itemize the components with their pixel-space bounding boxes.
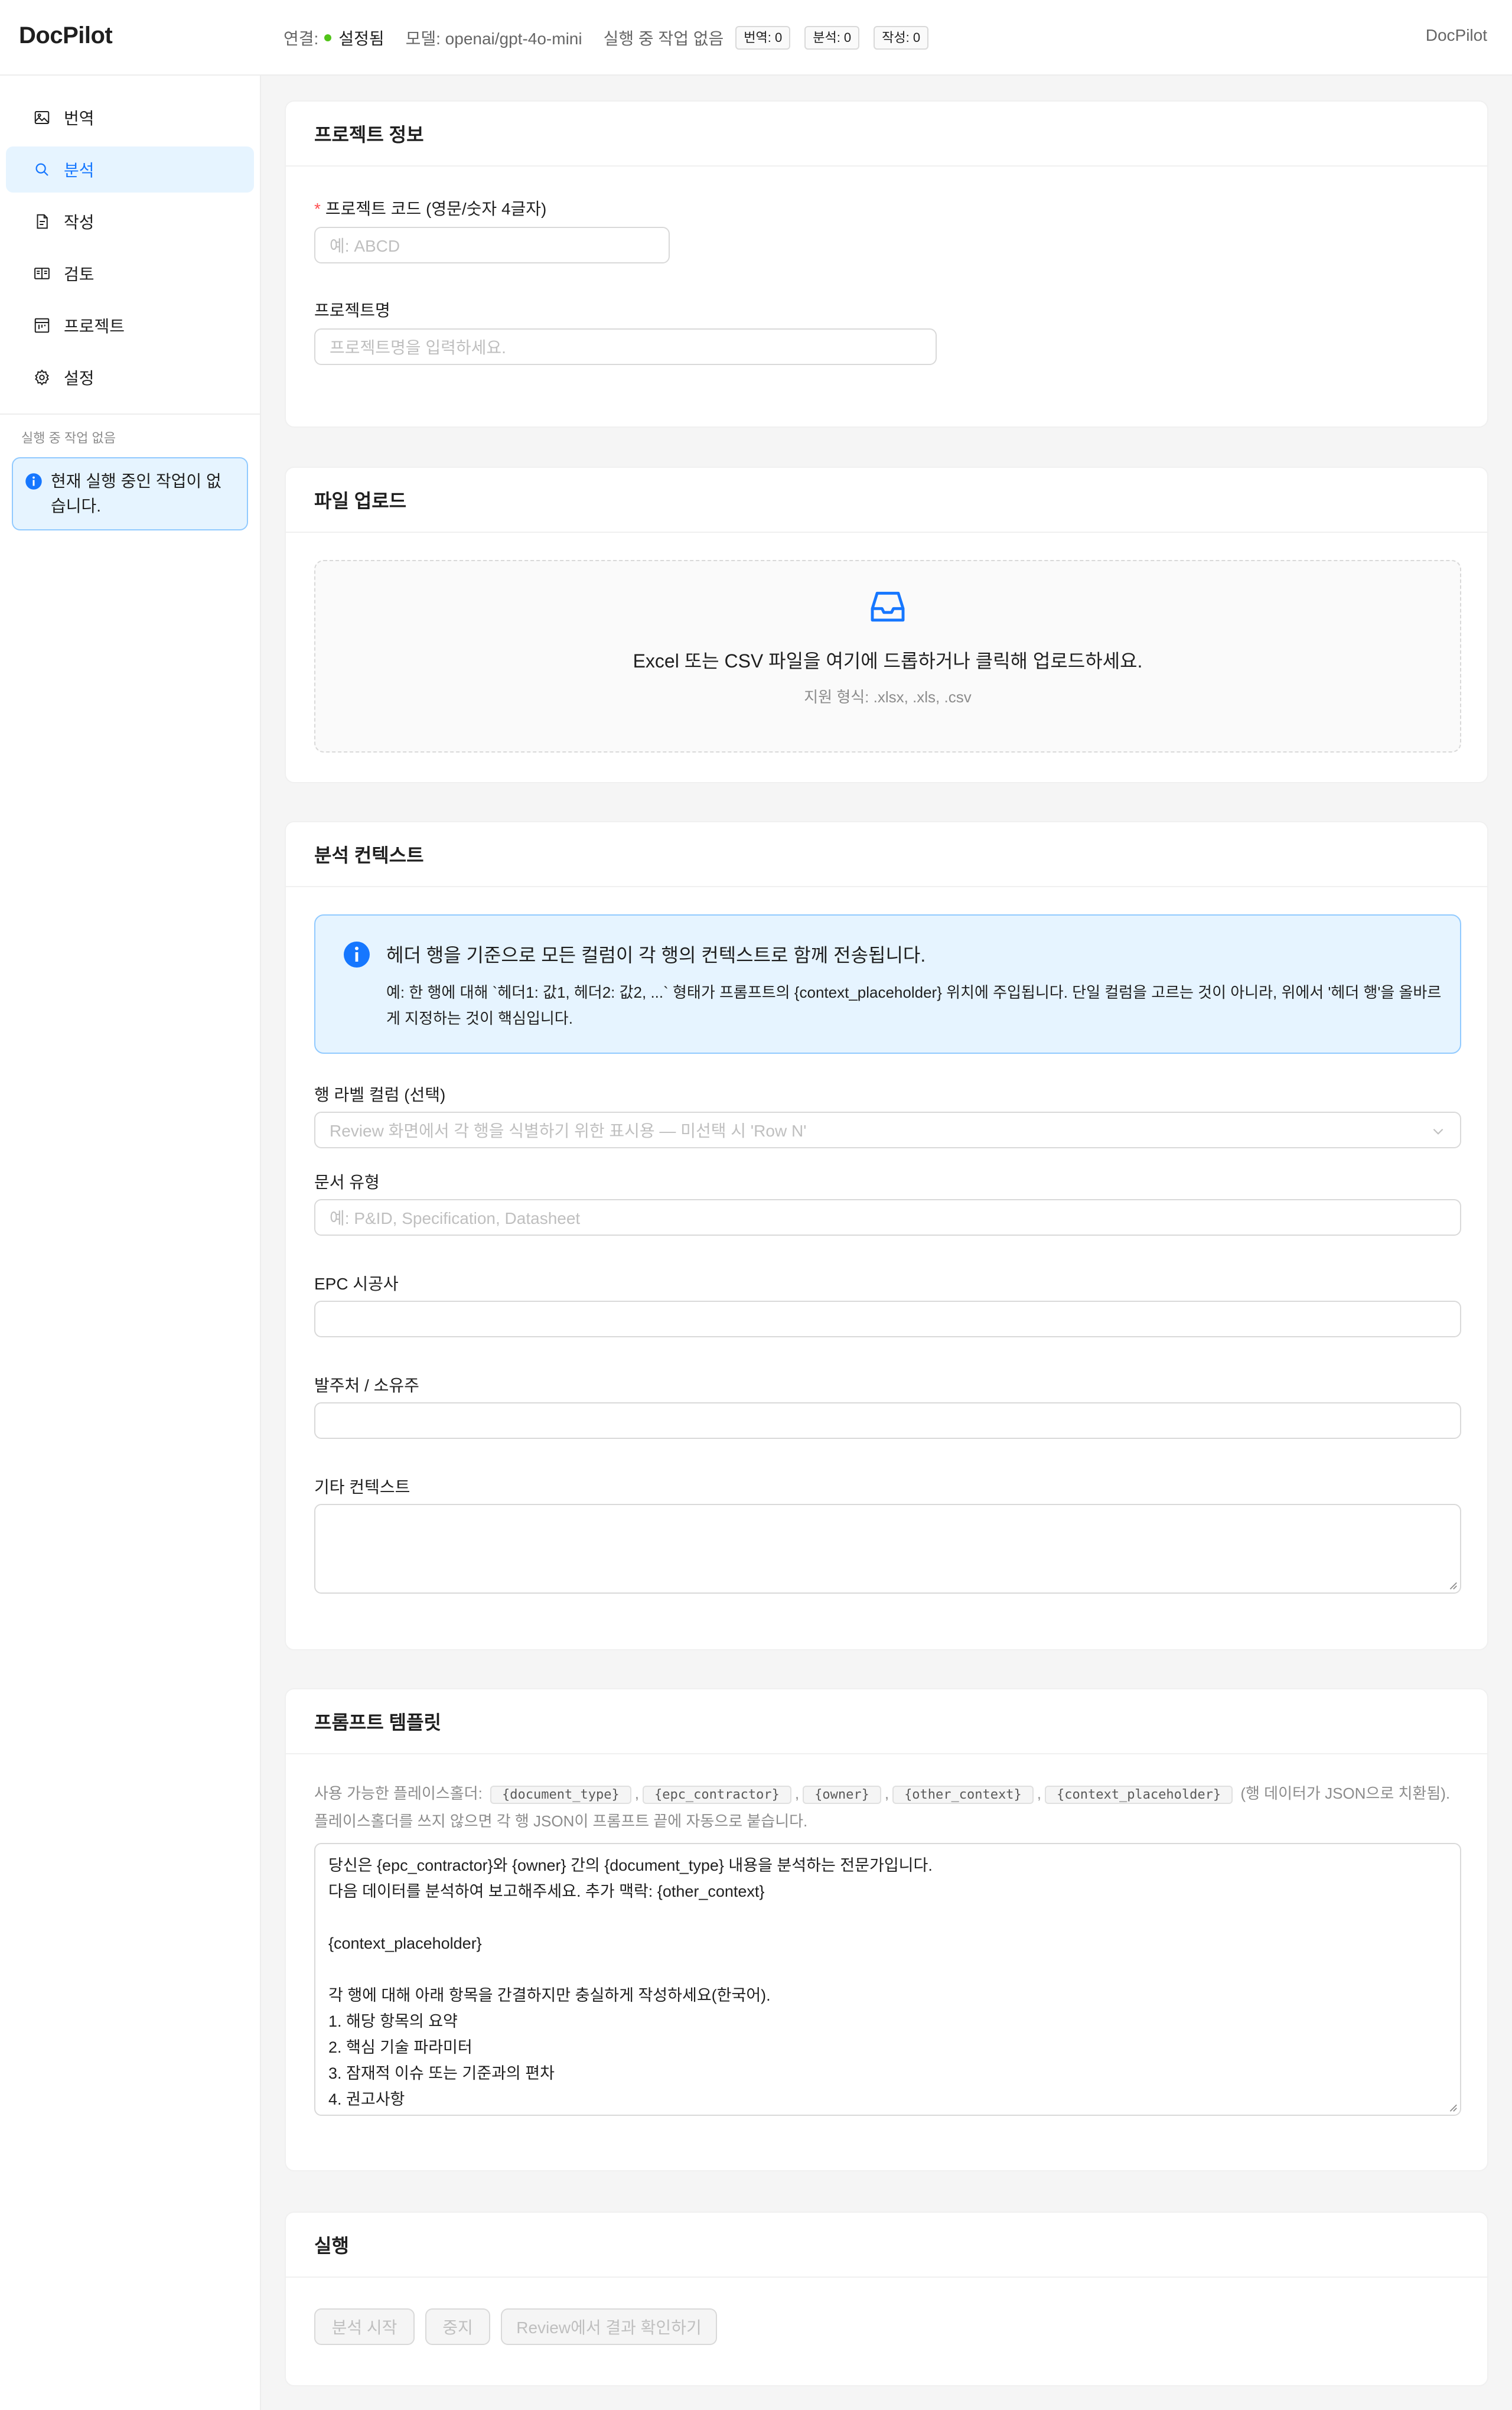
owner-label: 발주처 / 소유주 — [314, 1376, 419, 1395]
sidebar-job-caption: 실행 중 작업 없음 — [21, 431, 116, 445]
sidebar-item-label: 번역 — [64, 109, 94, 128]
connection-label: 연결: — [284, 30, 319, 48]
connection-value: 설정됨 — [338, 30, 384, 48]
placeholder-chip: {owner} — [803, 1786, 881, 1804]
document-type-input[interactable]: 예: P&ID, Specification, Datasheet — [314, 1199, 1461, 1236]
info-icon — [344, 942, 370, 968]
other-context-textarea[interactable] — [314, 1504, 1461, 1594]
project-info-card: 프로젝트 정보 * 프로젝트 코드 (영문/숫자 4글자) 예: ABCD 프로젝… — [285, 100, 1488, 428]
sidebar-item-label: 검토 — [64, 265, 94, 284]
context-info-title: 헤더 행을 기준으로 모든 컬럼이 각 행의 컨텍스트로 함께 전송됩니다. — [386, 945, 926, 966]
hint-suffix: (행 데이터가 JSON으로 치환됨). 플레이스홀더를 쓰지 않으면 각 행 … — [314, 1784, 1451, 1830]
search-icon — [35, 163, 48, 176]
resize-handle-icon[interactable] — [1447, 2102, 1458, 2112]
context-info-alert: 헤더 행을 기준으로 모든 컬럼이 각 행의 컨텍스트로 함께 전송됩니다. 예… — [314, 914, 1461, 1054]
header-right-title: DocPilot — [1425, 26, 1487, 44]
translate-counter-badge: 번역: 0 — [735, 26, 791, 50]
project-name-label: 프로젝트명 — [314, 301, 390, 320]
prompt-template-text: 당신은 {epc_contractor}와 {owner} 간의 {docume… — [328, 1857, 933, 2108]
view-in-review-button[interactable]: Review에서 결과 확인하기 — [501, 2308, 717, 2345]
sidebar-item-label: 분석 — [64, 161, 94, 180]
sidebar-menu: 번역 분석 작성 검토 프로젝트 설정 — [0, 76, 260, 400]
sidebar-item-label: 설정 — [64, 369, 94, 387]
book-open-icon — [34, 268, 50, 279]
project-icon — [34, 318, 50, 333]
owner-input[interactable] — [314, 1402, 1461, 1439]
sidebar-item-label: 프로젝트 — [64, 317, 125, 336]
info-icon — [25, 473, 42, 490]
no-job-alert-text: 현재 실행 중인 작업이 없습니다. — [51, 472, 221, 515]
row-label-select-placeholder: Review 화면에서 각 행을 식별하기 위한 표시용 — 미선택 시 'Ro… — [330, 1122, 807, 1140]
run-title: 실행 — [286, 2213, 1487, 2278]
epc-contractor-input[interactable] — [314, 1301, 1461, 1337]
prompt-template-title: 프롬프트 템플릿 — [286, 1689, 1487, 1754]
sidebar-item-review[interactable]: 검토 — [6, 250, 254, 297]
sidebar-item-settings[interactable]: 설정 — [6, 354, 254, 400]
sidebar-item-project[interactable]: 프로젝트 — [6, 302, 254, 349]
row-label-column-select[interactable]: Review 화면에서 각 행을 식별하기 위한 표시용 — 미선택 시 'Ro… — [314, 1112, 1461, 1148]
sidebar-item-translate[interactable]: 번역 — [6, 95, 254, 141]
context-info-description: 예: 한 행에 대해 `헤더1: 값1, 헤더2: 값2, ...` 형태가 프… — [386, 983, 1442, 1027]
inbox-icon — [871, 591, 905, 622]
stop-button[interactable]: 중지 — [425, 2308, 490, 2345]
run-card: 실행 분석 시작 중지 Review에서 결과 확인하기 — [285, 2212, 1488, 2386]
project-code-label: * 프로젝트 코드 (영문/숫자 4글자) — [314, 196, 546, 220]
top-header: DocPilot 연결: 설정됨 모델: openai/gpt-4o-mini … — [0, 0, 1512, 76]
translate-icon — [34, 111, 50, 124]
app-brand[interactable]: DocPilot — [19, 22, 113, 49]
status-bar: 연결: 설정됨 모델: openai/gpt-4o-mini 실행 중 작업 없… — [284, 0, 943, 76]
analyze-counter-badge: 분석: 0 — [804, 26, 860, 50]
project-name-input[interactable]: 프로젝트명을 입력하세요. — [314, 328, 937, 365]
connection-dot-icon — [324, 34, 332, 41]
project-code-label-text: 프로젝트 코드 (영문/숫자 4글자) — [325, 200, 547, 218]
row-label-column-label: 행 라벨 컬럼 (선택) — [314, 1086, 446, 1104]
prompt-template-textarea[interactable]: 당신은 {epc_contractor}와 {owner} 간의 {docume… — [314, 1843, 1461, 2116]
placeholder-chip: {epc_contractor} — [642, 1786, 791, 1804]
gear-icon — [35, 369, 49, 386]
project-code-input[interactable]: 예: ABCD — [314, 227, 670, 263]
placeholder-chip: {context_placeholder} — [1044, 1786, 1233, 1804]
sidebar: 번역 분석 작성 검토 프로젝트 설정 실행 중 작업 없음 현재 실행 중인 … — [0, 76, 261, 2410]
connection-status: 연결: 설정됨 — [284, 26, 384, 50]
sidebar-item-label: 작성 — [64, 213, 94, 232]
write-counter-badge: 작성: 0 — [874, 26, 929, 50]
sidebar-item-analyze[interactable]: 분석 — [6, 146, 254, 193]
chevron-down-icon — [1433, 1128, 1443, 1135]
analysis-context-card: 분석 컨텍스트 헤더 행을 기준으로 모든 컬럼이 각 행의 컨텍스트로 함께 … — [285, 821, 1488, 1650]
sidebar-item-write[interactable]: 작성 — [6, 198, 254, 245]
file-dropzone[interactable]: Excel 또는 CSV 파일을 여기에 드롭하거나 클릭해 업로드하세요. 지… — [314, 560, 1461, 753]
no-job-alert: 현재 실행 중인 작업이 없습니다. — [12, 457, 248, 530]
epc-contractor-label: EPC 시공사 — [314, 1275, 399, 1293]
hint-prefix: 사용 가능한 플레이스홀더: — [314, 1784, 483, 1802]
start-analysis-button[interactable]: 분석 시작 — [314, 2308, 415, 2345]
file-upload-title: 파일 업로드 — [286, 468, 1487, 533]
placeholder-hint: 사용 가능한 플레이스홀더: {document_type}, {epc_cont… — [314, 1784, 1451, 1830]
running-status: 실행 중 작업 없음 — [603, 30, 724, 48]
project-info-title: 프로젝트 정보 — [286, 102, 1487, 167]
file-upload-card: 파일 업로드 Excel 또는 CSV 파일을 여기에 드롭하거나 클릭해 업로… — [285, 467, 1488, 783]
document-edit-icon — [37, 214, 48, 229]
other-context-label: 기타 컨텍스트 — [314, 1478, 410, 1496]
model-info: 모델: openai/gpt-4o-mini — [405, 30, 582, 48]
prompt-template-card: 프롬프트 템플릿 사용 가능한 플레이스홀더: {document_type},… — [285, 1688, 1488, 2171]
placeholder-chip: {other_context} — [892, 1786, 1034, 1804]
resize-handle-icon[interactable] — [1447, 1579, 1458, 1590]
placeholder-chip: {document_type} — [490, 1786, 631, 1804]
document-type-label: 문서 유형 — [314, 1173, 380, 1191]
dropzone-main-text: Excel 또는 CSV 파일을 여기에 드롭하거나 클릭해 업로드하세요. — [633, 650, 1143, 672]
analysis-context-title: 분석 컨텍스트 — [286, 822, 1487, 887]
dropzone-sub-text: 지원 형식: .xlsx, .xls, .csv — [804, 688, 972, 706]
required-mark: * — [314, 200, 321, 218]
sidebar-divider — [0, 413, 260, 415]
